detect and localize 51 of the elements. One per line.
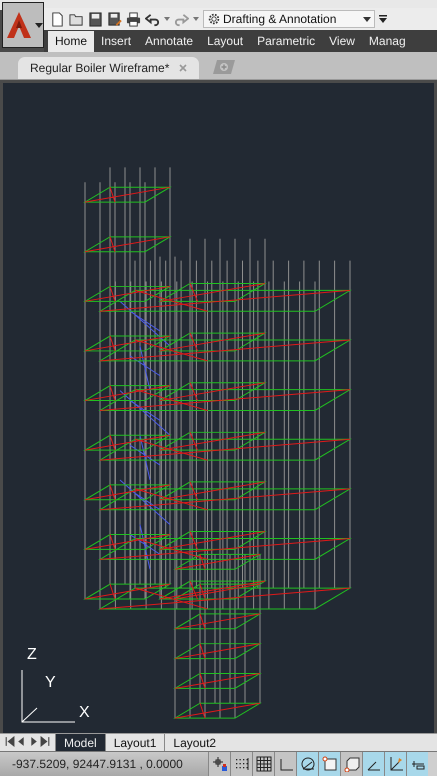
snap-icon (234, 756, 250, 772)
snap-toggle[interactable] (230, 752, 252, 776)
new-file-icon[interactable] (50, 12, 65, 26)
model-tab[interactable]: Model (55, 734, 105, 751)
infer-toggle[interactable] (208, 752, 230, 776)
ortho-icon (278, 756, 294, 772)
osnap-icon (322, 756, 338, 772)
dyn-toggle[interactable] (406, 752, 428, 776)
save-as-icon[interactable] (107, 12, 122, 26)
dropdown-caret-icon[interactable] (193, 17, 199, 21)
axis-label: Y (45, 675, 56, 691)
ribbon-tab[interactable]: Manag (362, 31, 413, 52)
polar-toggle[interactable] (296, 752, 318, 776)
drawing-viewport[interactable]: Z Y X (0, 80, 437, 733)
ribbon-tab[interactable]: Insert (94, 31, 138, 52)
ribbon-tab[interactable]: Parametric (250, 31, 322, 52)
application-menu-button[interactable] (2, 2, 44, 48)
print-icon[interactable] (126, 12, 141, 26)
grid-icon (256, 756, 272, 772)
caret-icon (34, 22, 42, 28)
grid-toggle[interactable] (252, 752, 274, 776)
ribbon-tab[interactable]: Annotate (138, 31, 200, 52)
save-icon[interactable] (88, 12, 103, 26)
ribbon-tab[interactable]: Layout (200, 31, 250, 52)
ribbon-tab[interactable]: View (322, 31, 362, 52)
document-tab-label: Regular Boiler Wireframe* (30, 61, 170, 75)
settings-icon (207, 12, 221, 26)
undo-icon[interactable] (145, 12, 160, 26)
osnap-toggle[interactable] (318, 752, 340, 776)
customize-menu-icon[interactable] (379, 15, 387, 23)
coordinates-readout: -937.5209, 92447.9131 , 0.0000 (0, 752, 208, 776)
workspace-dropdown[interactable]: Drafting & Annotation (203, 10, 375, 28)
ribbon-tab[interactable]: Home (48, 31, 94, 52)
axis-label: X (79, 705, 90, 721)
axis-label: Z (27, 647, 37, 663)
infer-icon (212, 756, 228, 772)
first-tab-icon[interactable] (4, 734, 15, 749)
polar-icon (300, 756, 316, 772)
osnap3d-icon (344, 756, 360, 772)
layout-tab[interactable]: Layout1 (104, 734, 164, 751)
document-tab[interactable]: Regular Boiler Wireframe* (18, 57, 200, 79)
ducs-icon (388, 756, 404, 772)
open-folder-icon[interactable] (69, 12, 84, 26)
workspace-label: Drafting & Annotation (223, 12, 338, 26)
dropdown-caret-icon[interactable] (164, 17, 170, 21)
ducs-toggle[interactable] (384, 752, 406, 776)
osnap3d-toggle[interactable] (340, 752, 362, 776)
ortho-toggle[interactable] (274, 752, 296, 776)
last-tab-icon[interactable] (40, 734, 51, 749)
otrack-toggle[interactable] (362, 752, 384, 776)
caret-icon (363, 16, 371, 22)
